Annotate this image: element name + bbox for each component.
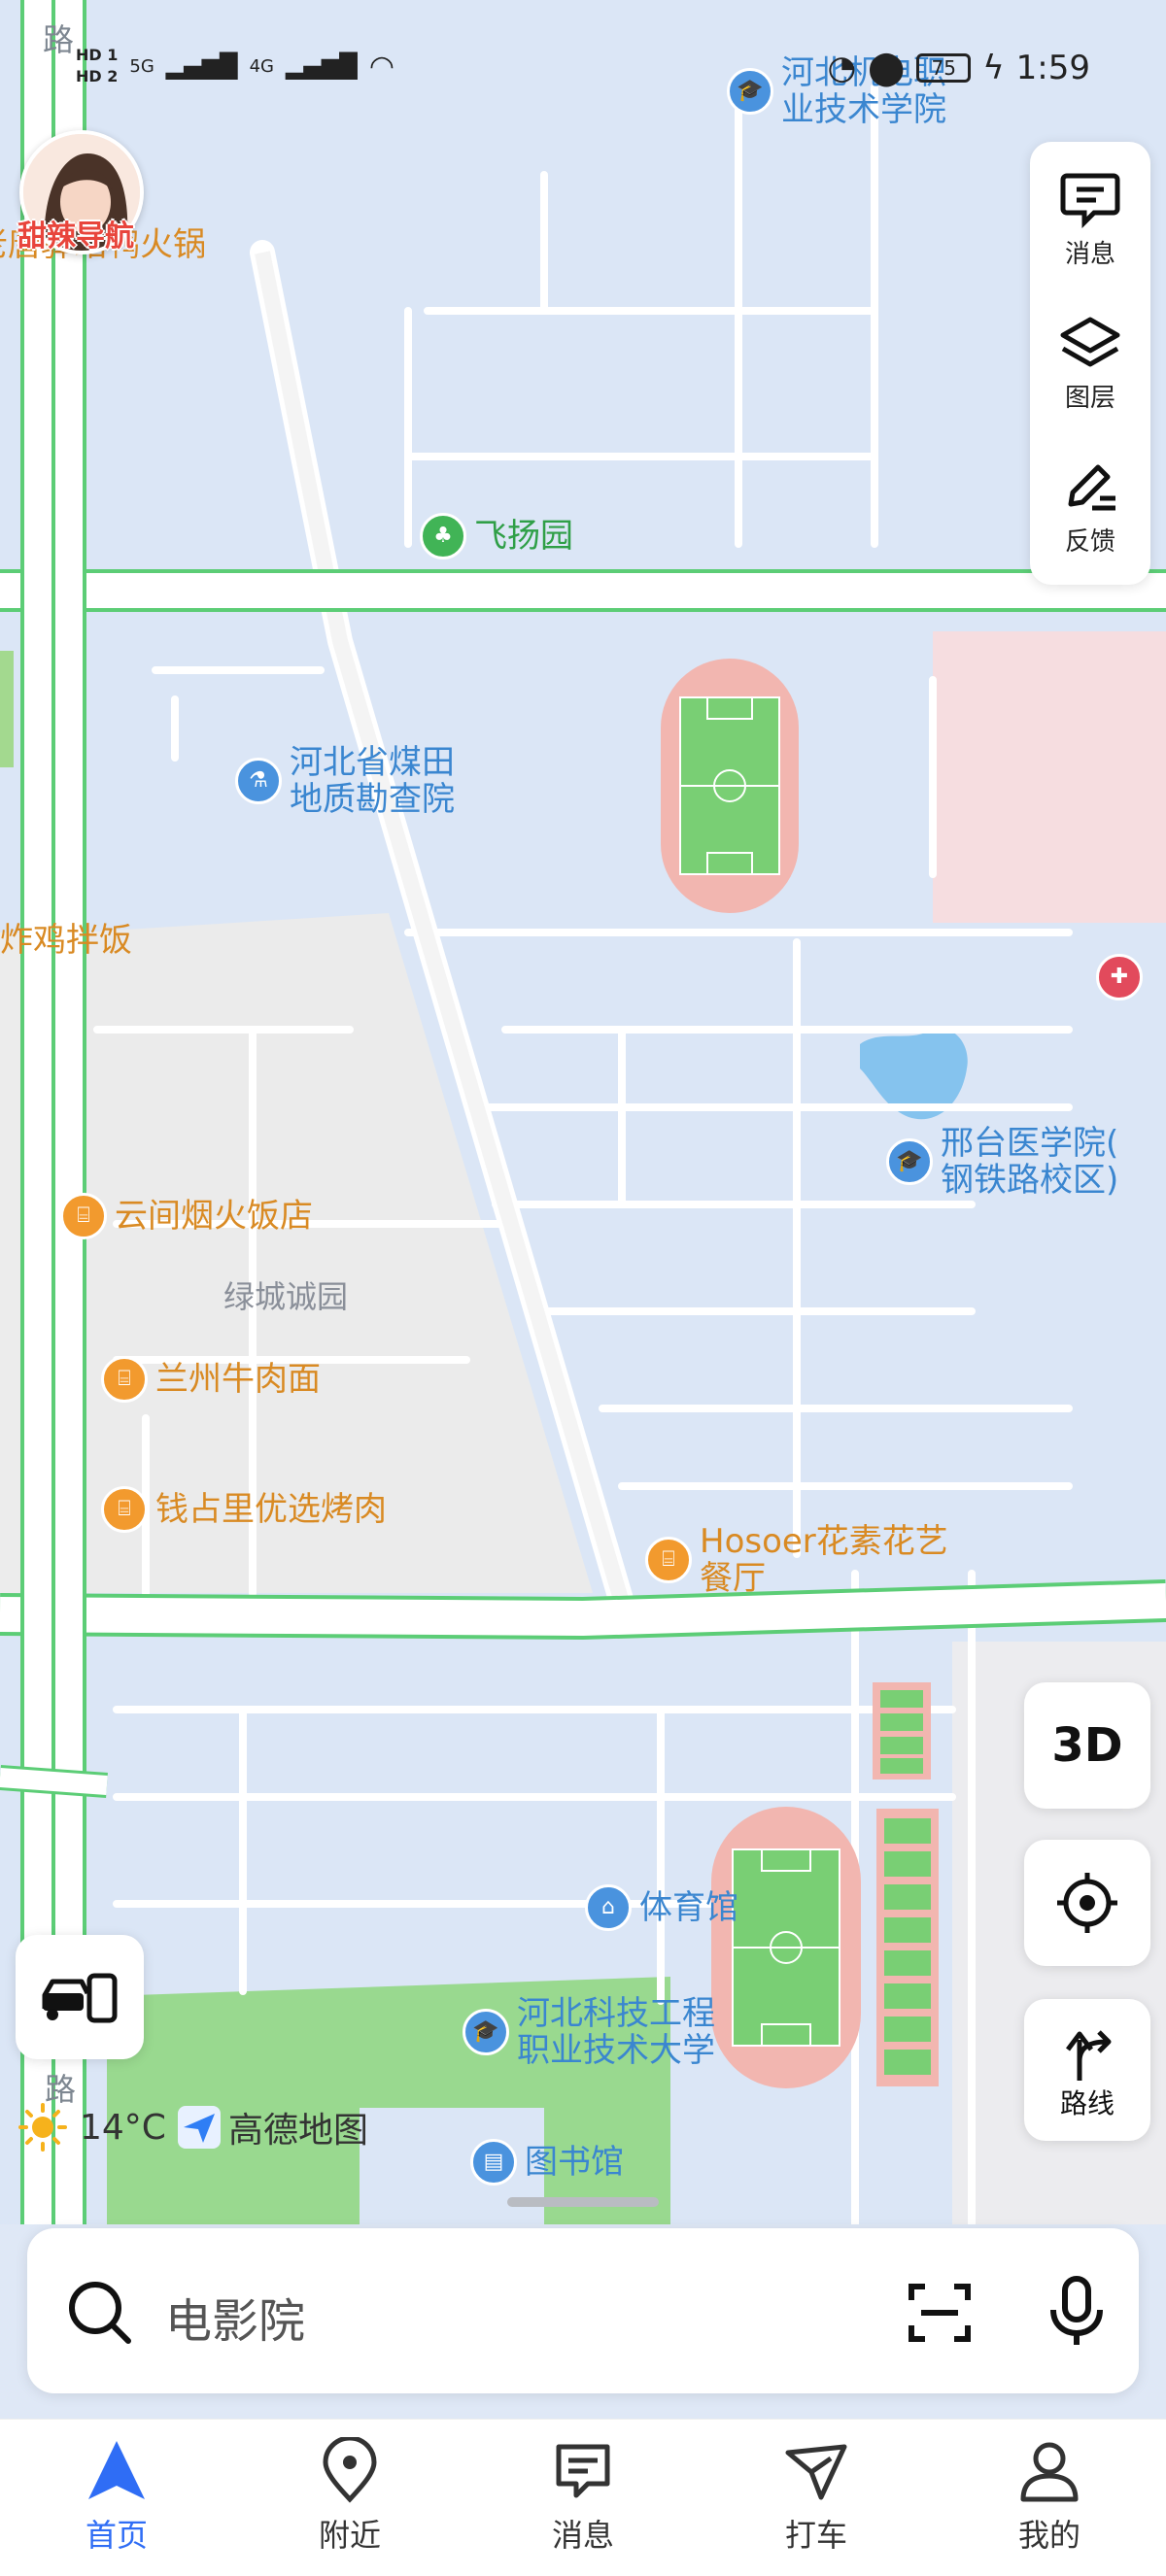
stadium-icon: ⌂	[585, 1884, 632, 1931]
status-bar: HD 1 HD 2 5G ▂▄▆█ 4G ▂▄▆█ ◠ ◔ ⬤ 75 ϟ 1:5…	[0, 35, 1166, 113]
nav-messages[interactable]: 消息	[505, 2437, 661, 2556]
message-icon	[1060, 173, 1120, 228]
message-icon	[556, 2444, 610, 2498]
nav-home[interactable]: 首页	[39, 2437, 194, 2556]
poi-park[interactable]: ♣ 飞扬园	[420, 513, 573, 559]
nav-nearby[interactable]: 附近	[272, 2437, 428, 2556]
wifi-icon: ◠	[368, 49, 395, 84]
flask-icon: ⚗	[235, 758, 282, 804]
sheet-drag-handle[interactable]	[507, 2197, 659, 2207]
poi-research-institute[interactable]: ⚗ 河北省煤田 地质勘查院	[235, 744, 455, 818]
bowl-icon: ⌸	[645, 1537, 692, 1583]
alarm-icon: ◔	[827, 49, 857, 87]
battery-icon: 75	[916, 53, 972, 83]
weather-widget: 14°C 高德地图	[17, 2102, 368, 2152]
sun-icon	[18, 2103, 67, 2152]
charging-icon: ϟ	[982, 49, 1005, 87]
hospital-cross-icon: ✚	[1096, 954, 1143, 1000]
3d-toggle-button[interactable]: 3D	[1024, 1682, 1150, 1809]
taxi-icon	[785, 2444, 847, 2500]
temperature: 14°C	[80, 2107, 166, 2148]
layers-button[interactable]: 图层	[1030, 295, 1150, 431]
search-icon	[69, 2282, 131, 2344]
poi-restaurant[interactable]: 炸鸡拌饭	[0, 921, 132, 960]
search-input[interactable]: 电影院	[165, 2283, 305, 2351]
poi-library[interactable]: ▤ 图书馆	[470, 2139, 624, 2186]
locate-me-button[interactable]	[1024, 1840, 1150, 1966]
layers-icon	[1060, 317, 1120, 366]
poi-hospital[interactable]: ✚	[1096, 954, 1143, 1000]
net-5g-label: 5G	[129, 55, 154, 77]
map-base-layer	[0, 0, 1166, 2224]
edit-pen-icon	[1068, 464, 1115, 510]
car-phone-icon	[42, 1973, 118, 2023]
bowl-icon: ⌸	[101, 1486, 148, 1533]
crosshair-icon	[1057, 1873, 1117, 1933]
bowl-icon: ⌸	[101, 1356, 148, 1403]
tree-icon: ♣	[420, 513, 466, 559]
brand-logo: 高德地图	[177, 2102, 368, 2152]
route-button[interactable]: 路线	[1024, 1999, 1150, 2141]
poi-restaurant[interactable]: ⌸ 云间烟火饭店	[60, 1193, 313, 1239]
poi-restaurant[interactable]: ⌸ 兰州牛肉面	[101, 1356, 321, 1403]
poi-school[interactable]: 🎓 邢台医学院(钢铁路校区)	[886, 1125, 1118, 1199]
route-arrow-icon	[1066, 2030, 1112, 2081]
feedback-button[interactable]: 反馈	[1030, 439, 1150, 575]
messages-button[interactable]: 消息	[1030, 152, 1150, 288]
signal-icon: ▂▄▆█	[286, 52, 358, 80]
car-phone-button[interactable]	[16, 1935, 144, 2059]
nav-profile[interactable]: 我的	[972, 2437, 1127, 2556]
nav-taxi[interactable]: 打车	[738, 2437, 894, 2556]
microphone-icon[interactable]	[1047, 2275, 1106, 2349]
signal-icon: ▂▄▆█	[165, 52, 238, 80]
hd-indicator: HD 1 HD 2	[76, 46, 119, 85]
location-icon: ⬤	[868, 49, 906, 87]
school-icon: 🎓	[463, 2009, 509, 2055]
area-label: 绿城诚园	[223, 1278, 349, 1315]
poi-stadium[interactable]: ⌂ 体育馆	[585, 1884, 738, 1931]
avatar-caption: 甜辣导航	[17, 220, 134, 254]
navigation-arrow-icon	[88, 2441, 145, 2499]
poi-school[interactable]: 🎓 河北科技工程 职业技术大学	[463, 1995, 715, 2069]
poi-restaurant[interactable]: ⌸ Hosoer花素花艺 餐厅	[645, 1523, 948, 1597]
scan-icon[interactable]	[906, 2279, 974, 2347]
school-icon: 🎓	[886, 1138, 933, 1185]
clock-time: 1:59	[1015, 49, 1090, 87]
book-icon: ▤	[470, 2139, 517, 2186]
map-canvas[interactable]: 🎓 河北机电职业技术学院 老唐驿站鸭火锅 ♣ 飞扬园 ⚗ 河北省煤田地质勘查院 …	[0, 0, 1166, 2224]
bowl-icon: ⌸	[60, 1193, 107, 1239]
net-4g-label: 4G	[249, 55, 275, 77]
poi-restaurant[interactable]: ⌸ 钱占里优选烤肉	[101, 1486, 387, 1533]
amap-logo-icon	[177, 2106, 221, 2149]
profile-icon	[1020, 2442, 1079, 2502]
bottom-nav: 首页 附近 消息 打车 我的	[0, 2419, 1166, 2576]
location-pin-icon	[323, 2437, 377, 2503]
search-bar[interactable]: 电影院	[27, 2228, 1139, 2393]
map-tools-panel: 消息 图层 反馈	[1030, 142, 1150, 585]
